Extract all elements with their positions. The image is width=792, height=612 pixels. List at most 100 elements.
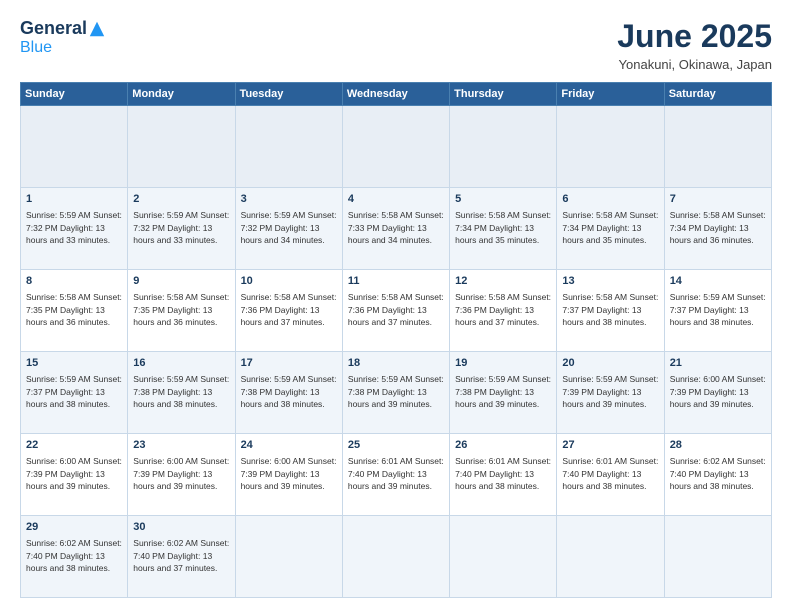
day-info: Sunrise: 5:58 AM Sunset: 7:34 PM Dayligh…: [455, 209, 551, 246]
table-row: 4 Sunrise: 5:58 AM Sunset: 7:33 PM Daylig…: [342, 188, 449, 270]
table-row: 16 Sunrise: 5:59 AM Sunset: 7:38 PM Dayli…: [128, 352, 235, 434]
table-row: [342, 106, 449, 188]
day-number: 10: [241, 274, 337, 289]
table-row: 14 Sunrise: 5:59 AM Sunset: 7:37 PM Dayli…: [664, 270, 771, 352]
col-saturday: Saturday: [664, 83, 771, 106]
table-row: 24 Sunrise: 6:00 AM Sunset: 7:39 PM Dayli…: [235, 434, 342, 516]
logo-blue-text: Blue: [20, 39, 52, 57]
calendar-header-row: Sunday Monday Tuesday Wednesday Thursday…: [21, 83, 772, 106]
day-number: 16: [133, 356, 229, 371]
day-number: 17: [241, 356, 337, 371]
day-number: 25: [348, 438, 444, 453]
table-row: 15 Sunrise: 5:59 AM Sunset: 7:37 PM Dayli…: [21, 352, 128, 434]
table-row: 27Sunrise: 6:01 AM Sunset: 7:40 PM Dayli…: [557, 434, 664, 516]
table-row: 19Sunrise: 5:59 AM Sunset: 7:38 PM Dayli…: [450, 352, 557, 434]
location-text: Yonakuni, Okinawa, Japan: [617, 57, 772, 72]
day-number: 28: [670, 438, 766, 453]
table-row: 21 Sunrise: 6:00 AM Sunset: 7:39 PM Dayli…: [664, 352, 771, 434]
table-row: 25 Sunrise: 6:01 AM Sunset: 7:40 PM Dayli…: [342, 434, 449, 516]
day-number: 29: [26, 520, 122, 535]
table-row: 3 Sunrise: 5:59 AM Sunset: 7:32 PM Daylig…: [235, 188, 342, 270]
table-row: 11 Sunrise: 5:58 AM Sunset: 7:36 PM Dayli…: [342, 270, 449, 352]
day-number: 22: [26, 438, 122, 453]
col-thursday: Thursday: [450, 83, 557, 106]
table-row: 7 Sunrise: 5:58 AM Sunset: 7:34 PM Daylig…: [664, 188, 771, 270]
calendar-table: Sunday Monday Tuesday Wednesday Thursday…: [20, 82, 772, 598]
col-wednesday: Wednesday: [342, 83, 449, 106]
day-info: Sunrise: 5:59 AM Sunset: 7:38 PM Dayligh…: [133, 373, 229, 410]
table-row: 5Sunrise: 5:58 AM Sunset: 7:34 PM Daylig…: [450, 188, 557, 270]
day-number: 11: [348, 274, 444, 289]
day-info: Sunrise: 5:59 AM Sunset: 7:32 PM Dayligh…: [26, 209, 122, 246]
calendar-week-row: 8Sunrise: 5:58 AM Sunset: 7:35 PM Daylig…: [21, 270, 772, 352]
day-number: 12: [455, 274, 551, 289]
calendar-week-row: 1Sunrise: 5:59 AM Sunset: 7:32 PM Daylig…: [21, 188, 772, 270]
table-row: 29 Sunrise: 6:02 AM Sunset: 7:40 PM Dayli…: [21, 516, 128, 598]
day-number: 4: [348, 192, 444, 207]
day-number: 13: [562, 274, 658, 289]
calendar-week-row: [21, 106, 772, 188]
table-row: 12 Sunrise: 5:58 AM Sunset: 7:36 PM Dayli…: [450, 270, 557, 352]
day-info: Sunrise: 6:00 AM Sunset: 7:39 PM Dayligh…: [133, 455, 229, 492]
table-row: 30Sunrise: 6:02 AM Sunset: 7:40 PM Dayli…: [128, 516, 235, 598]
col-friday: Friday: [557, 83, 664, 106]
col-sunday: Sunday: [21, 83, 128, 106]
day-number: 2: [133, 192, 229, 207]
calendar-week-row: 15 Sunrise: 5:59 AM Sunset: 7:37 PM Dayli…: [21, 352, 772, 434]
day-number: 6: [562, 192, 658, 207]
day-number: 23: [133, 438, 229, 453]
table-row: 20Sunrise: 5:59 AM Sunset: 7:39 PM Dayli…: [557, 352, 664, 434]
table-row: [342, 516, 449, 598]
table-row: 8Sunrise: 5:58 AM Sunset: 7:35 PM Daylig…: [21, 270, 128, 352]
day-info: Sunrise: 5:59 AM Sunset: 7:39 PM Dayligh…: [562, 373, 658, 410]
table-row: 13 Sunrise: 5:58 AM Sunset: 7:37 PM Dayli…: [557, 270, 664, 352]
col-monday: Monday: [128, 83, 235, 106]
day-info: Sunrise: 6:00 AM Sunset: 7:39 PM Dayligh…: [670, 373, 766, 410]
day-info: Sunrise: 5:59 AM Sunset: 7:38 PM Dayligh…: [455, 373, 551, 410]
table-row: 23 Sunrise: 6:00 AM Sunset: 7:39 PM Dayli…: [128, 434, 235, 516]
table-row: [235, 516, 342, 598]
day-info: Sunrise: 6:00 AM Sunset: 7:39 PM Dayligh…: [26, 455, 122, 492]
day-info: Sunrise: 5:59 AM Sunset: 7:37 PM Dayligh…: [26, 373, 122, 410]
table-row: 6 Sunrise: 5:58 AM Sunset: 7:34 PM Daylig…: [557, 188, 664, 270]
logo: General Blue: [20, 18, 106, 57]
day-number: 3: [241, 192, 337, 207]
day-number: 14: [670, 274, 766, 289]
table-row: [557, 516, 664, 598]
day-info: Sunrise: 6:01 AM Sunset: 7:40 PM Dayligh…: [348, 455, 444, 492]
day-info: Sunrise: 5:58 AM Sunset: 7:36 PM Dayligh…: [241, 291, 337, 328]
day-number: 9: [133, 274, 229, 289]
page: General Blue June 2025 Yonakuni, Okinawa…: [0, 0, 792, 612]
table-row: 17Sunrise: 5:59 AM Sunset: 7:38 PM Dayli…: [235, 352, 342, 434]
table-row: 28Sunrise: 6:02 AM Sunset: 7:40 PM Dayli…: [664, 434, 771, 516]
logo-general-text: General: [20, 18, 87, 39]
day-info: Sunrise: 6:00 AM Sunset: 7:39 PM Dayligh…: [241, 455, 337, 492]
day-info: Sunrise: 5:58 AM Sunset: 7:36 PM Dayligh…: [455, 291, 551, 328]
calendar-week-row: 22 Sunrise: 6:00 AM Sunset: 7:39 PM Dayli…: [21, 434, 772, 516]
day-info: Sunrise: 6:02 AM Sunset: 7:40 PM Dayligh…: [133, 537, 229, 574]
day-number: 7: [670, 192, 766, 207]
table-row: 10 Sunrise: 5:58 AM Sunset: 7:36 PM Dayli…: [235, 270, 342, 352]
day-info: Sunrise: 5:59 AM Sunset: 7:37 PM Dayligh…: [670, 291, 766, 328]
day-info: Sunrise: 5:58 AM Sunset: 7:33 PM Dayligh…: [348, 209, 444, 246]
title-block: June 2025 Yonakuni, Okinawa, Japan: [617, 18, 772, 72]
table-row: [128, 106, 235, 188]
day-number: 15: [26, 356, 122, 371]
logo-icon: [88, 20, 106, 38]
day-info: Sunrise: 5:59 AM Sunset: 7:32 PM Dayligh…: [241, 209, 337, 246]
table-row: [21, 106, 128, 188]
day-number: 26: [455, 438, 551, 453]
day-number: 24: [241, 438, 337, 453]
day-number: 8: [26, 274, 122, 289]
day-info: Sunrise: 5:58 AM Sunset: 7:34 PM Dayligh…: [562, 209, 658, 246]
day-info: Sunrise: 5:58 AM Sunset: 7:34 PM Dayligh…: [670, 209, 766, 246]
day-number: 21: [670, 356, 766, 371]
day-info: Sunrise: 5:58 AM Sunset: 7:37 PM Dayligh…: [562, 291, 658, 328]
table-row: [450, 106, 557, 188]
day-info: Sunrise: 6:02 AM Sunset: 7:40 PM Dayligh…: [26, 537, 122, 574]
day-number: 27: [562, 438, 658, 453]
day-info: Sunrise: 5:58 AM Sunset: 7:36 PM Dayligh…: [348, 291, 444, 328]
table-row: [450, 516, 557, 598]
day-info: Sunrise: 5:59 AM Sunset: 7:38 PM Dayligh…: [348, 373, 444, 410]
table-row: 26Sunrise: 6:01 AM Sunset: 7:40 PM Dayli…: [450, 434, 557, 516]
